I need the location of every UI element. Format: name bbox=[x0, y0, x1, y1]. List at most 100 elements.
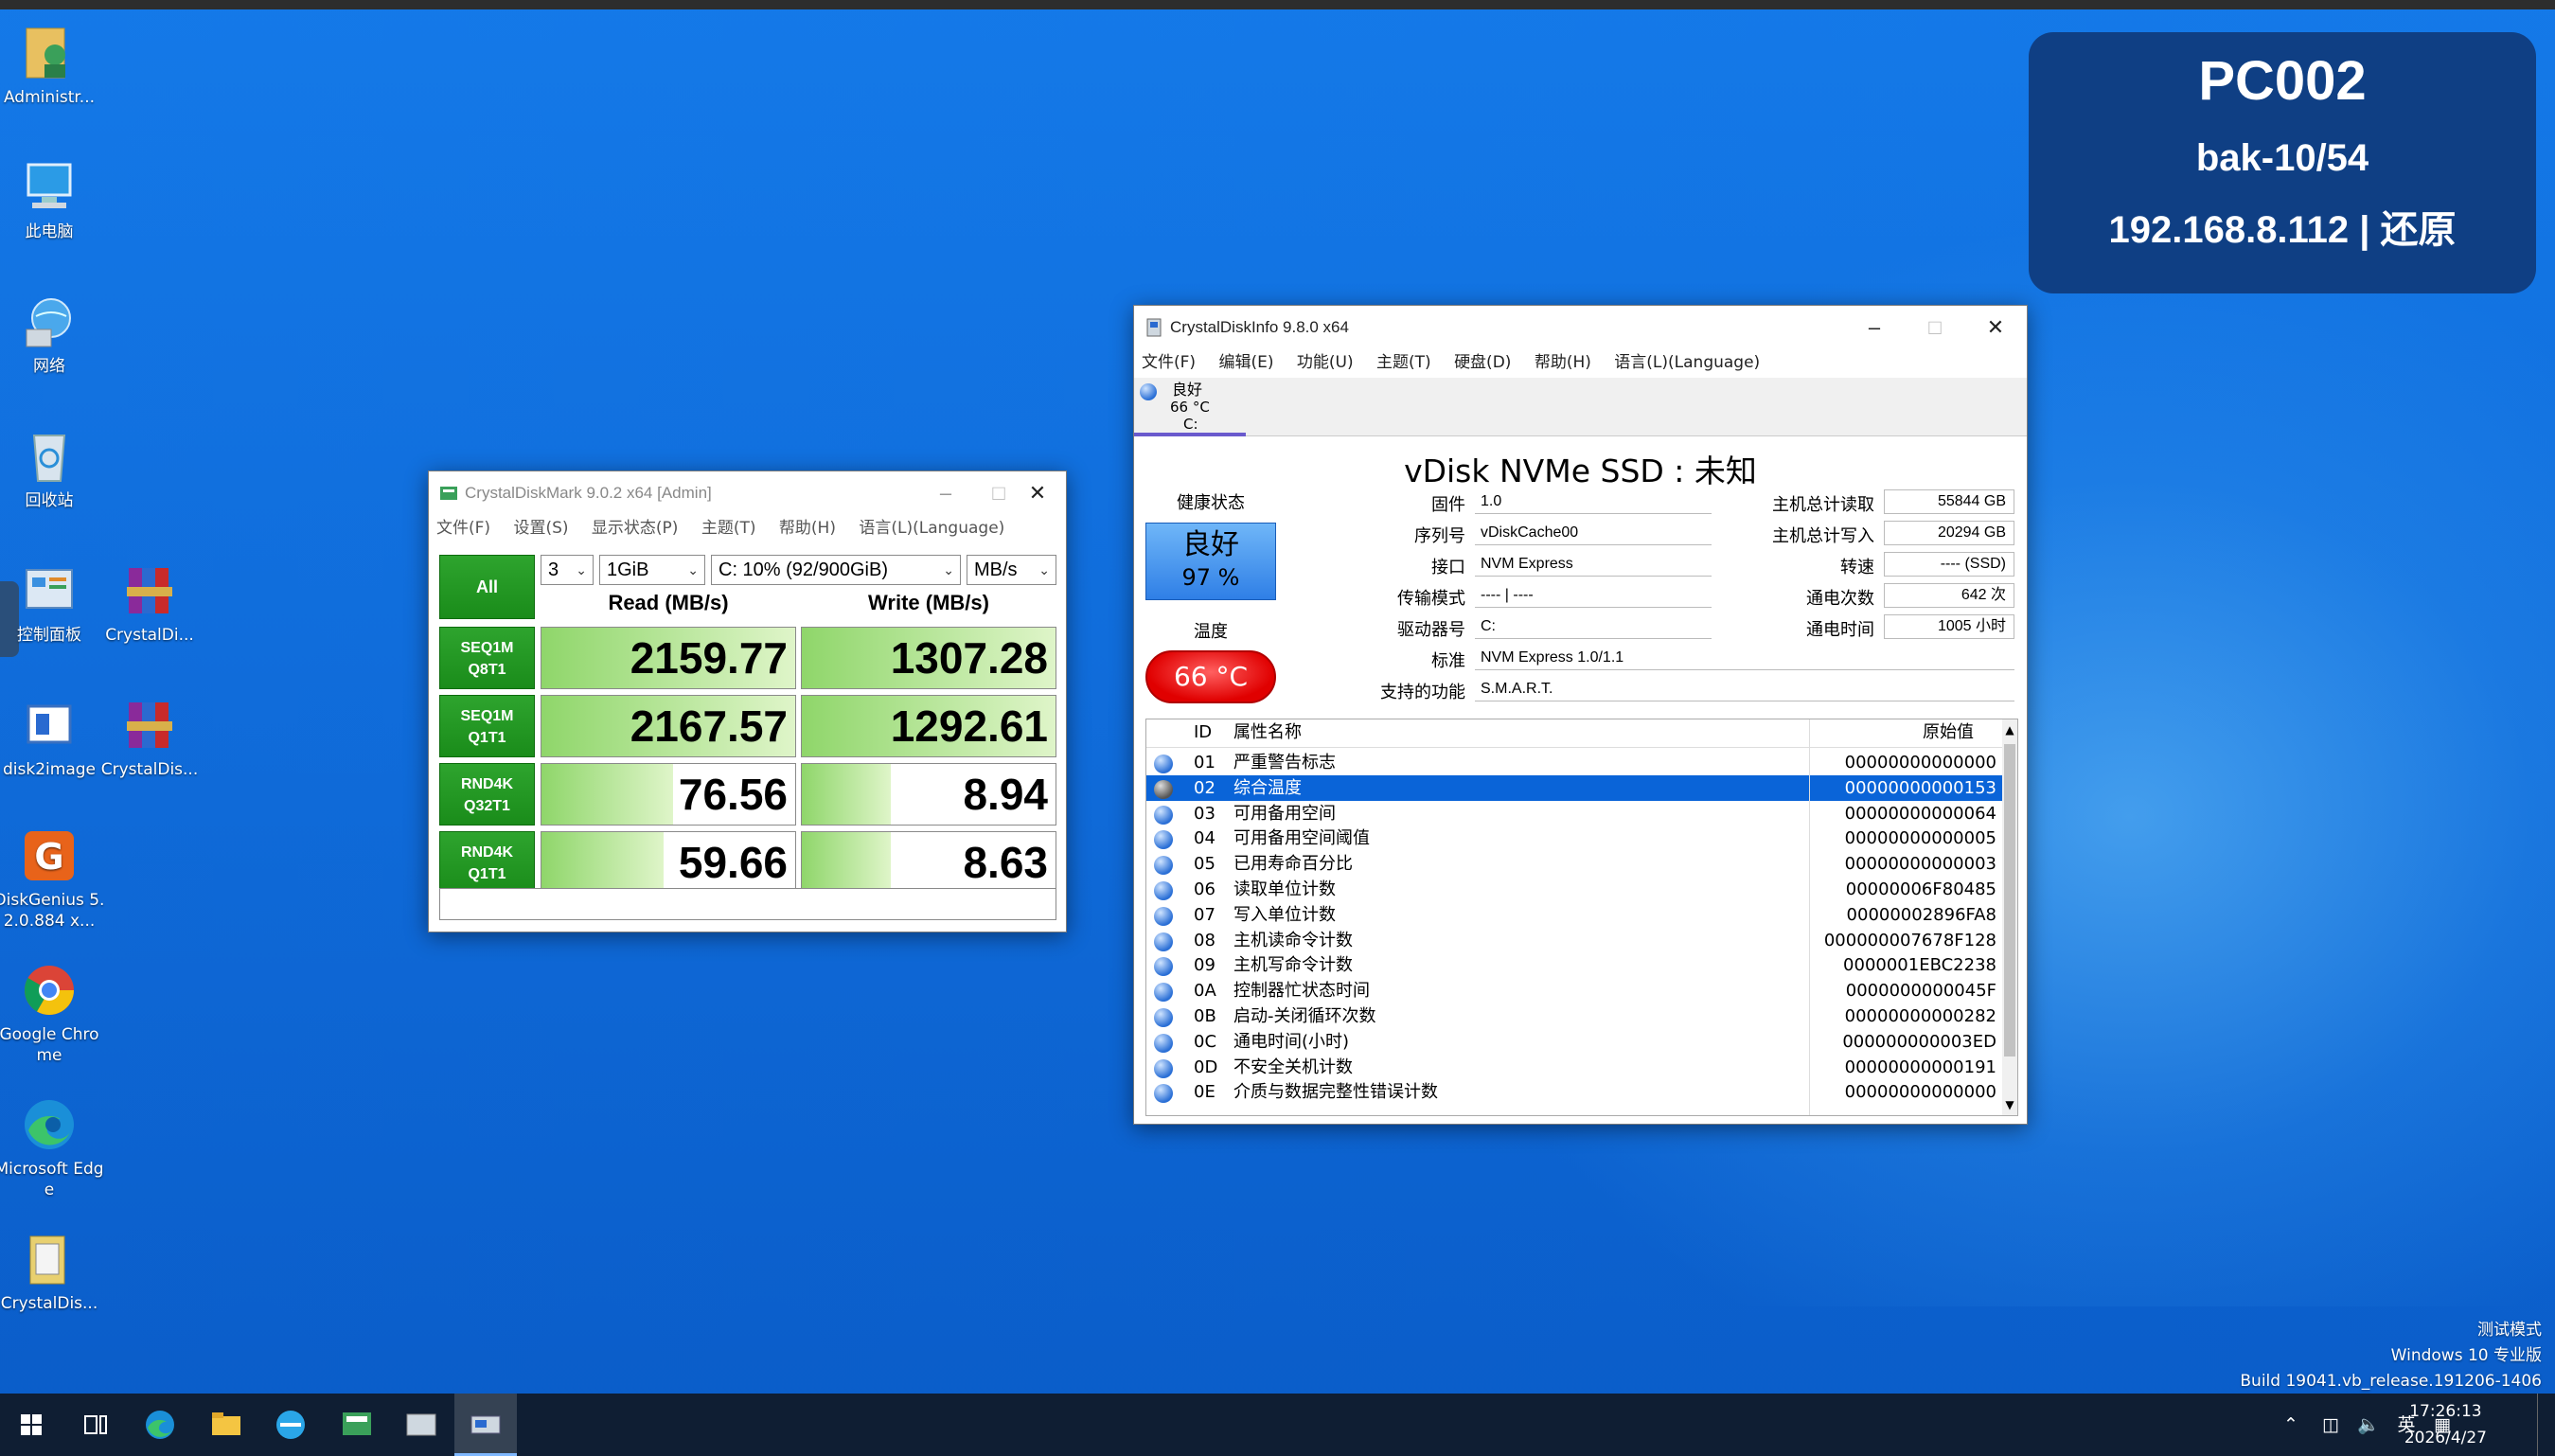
menu-help[interactable]: 帮助(H) bbox=[779, 515, 836, 542]
unit-select[interactable]: MB/s ⌄ bbox=[967, 555, 1056, 585]
right-field-label: 通电次数 bbox=[1806, 589, 1874, 609]
table-row[interactable]: 0C 通电时间(小时) 000000000003ED bbox=[1146, 1029, 2004, 1055]
cdi-titlebar[interactable]: CrystalDiskInfo 9.8.0 x64 – □ ✕ bbox=[1134, 306, 2027, 349]
menu-disk[interactable]: 硬盘(D) bbox=[1454, 349, 1511, 376]
menu-function[interactable]: 功能(U) bbox=[1297, 349, 1354, 376]
table-row[interactable]: 09 主机写命令计数 0000001EBC2238 bbox=[1146, 952, 2004, 978]
network-icon[interactable]: ◫ bbox=[2312, 1394, 2350, 1456]
scroll-thumb[interactable] bbox=[2004, 744, 2015, 1056]
health-status-text: 良好 bbox=[1182, 528, 1239, 561]
table-row[interactable]: 0D 不安全关机计数 00000000000191 bbox=[1146, 1055, 2004, 1080]
crystaldiskinfo-window[interactable]: CrystalDiskInfo 9.8.0 x64 – □ ✕ 文件(F) 编辑… bbox=[1133, 305, 2028, 1125]
all-button[interactable]: All bbox=[439, 555, 535, 619]
desktop-icon-diskgenius[interactable]: G DiskGenius 5.2.0.884 x... bbox=[0, 826, 106, 932]
taskbar-app-1[interactable] bbox=[259, 1394, 322, 1456]
col-name[interactable]: 属性名称 bbox=[1233, 719, 1302, 746]
attr-raw: 00000000000005 bbox=[1844, 828, 1996, 849]
task-view-icon bbox=[84, 1415, 107, 1434]
minimize-button[interactable]: – bbox=[1844, 306, 1905, 349]
menu-edit[interactable]: 编辑(E) bbox=[1218, 349, 1273, 376]
menu-file[interactable]: 文件(F) bbox=[1142, 349, 1196, 376]
menu-profile[interactable]: 显示状态(P) bbox=[592, 515, 679, 542]
system-clock[interactable]: 17:26:13 2026/4/27 bbox=[2404, 1398, 2487, 1451]
desktop-icon-crystaldisk-1[interactable]: CrystalDi... bbox=[93, 560, 206, 646]
temperature-badge: 66 °C bbox=[1145, 650, 1276, 703]
backup-label: bak-10/54 bbox=[2195, 137, 2369, 179]
table-row[interactable]: 02 综合温度 00000000000153 bbox=[1146, 774, 2004, 801]
show-desktop-button[interactable] bbox=[2537, 1394, 2545, 1456]
taskbar-app-3[interactable] bbox=[390, 1394, 452, 1456]
menu-theme[interactable]: 主题(T) bbox=[701, 515, 756, 542]
test-button-2[interactable]: RND4K Q32T1 bbox=[439, 763, 535, 826]
desktop-icon-admin[interactable]: Administr... bbox=[0, 23, 106, 108]
start-button[interactable] bbox=[0, 1394, 62, 1456]
test-button-3[interactable]: RND4K Q1T1 bbox=[439, 831, 535, 894]
taskbar-file-explorer[interactable] bbox=[195, 1394, 257, 1456]
read-bar bbox=[541, 832, 664, 893]
test-button-0[interactable]: SEQ1M Q8T1 bbox=[439, 627, 535, 689]
cdm-body: All 3 ⌄ 1GiB ⌄ C: 10% (92/900GiB) ⌄ MB/s ⌄ R… bbox=[429, 545, 1066, 932]
menu-settings[interactable]: 设置(S) bbox=[513, 515, 568, 542]
cdm-menubar: 文件(F) 设置(S) 显示状态(P) 主题(T) 帮助(H) 语言(L)(La… bbox=[429, 515, 1066, 542]
table-row[interactable]: 03 可用备用空间 00000000000064 bbox=[1146, 801, 2004, 826]
cdm-titlebar[interactable]: CrystalDiskMark 9.0.2 x64 [Admin] – □ ✕ bbox=[429, 471, 1066, 515]
table-row[interactable]: 04 可用备用空间阈值 00000000000005 bbox=[1146, 826, 2004, 851]
desktop-icon-crystaldisk-2[interactable]: CrystalDis... bbox=[93, 695, 206, 780]
test-queue: Q8T1 bbox=[468, 662, 506, 678]
col-raw[interactable]: 原始值 bbox=[1923, 719, 1974, 746]
attr-raw: 00000000000153 bbox=[1844, 777, 1996, 798]
menu-file[interactable]: 文件(F) bbox=[436, 515, 490, 542]
desktop-icon-crystaldisk-3[interactable]: CrystalDis... bbox=[0, 1229, 106, 1314]
table-row[interactable]: 01 严重警告标志 00000000000000 bbox=[1146, 750, 2004, 775]
menu-language[interactable]: 语言(L)(Language) bbox=[859, 515, 1004, 542]
volume-icon[interactable]: 🔈 bbox=[2350, 1394, 2387, 1456]
edge-icon bbox=[19, 1094, 80, 1155]
taskbar-crystaldiskinfo[interactable] bbox=[454, 1394, 517, 1456]
crystaldiskmark-window[interactable]: CrystalDiskMark 9.0.2 x64 [Admin] – □ ✕ … bbox=[428, 471, 1067, 932]
table-scrollbar[interactable]: ▲ ▼ bbox=[2002, 719, 2017, 1115]
show-hidden-icons[interactable]: ⌃ bbox=[2272, 1394, 2310, 1456]
attr-id: 04 bbox=[1194, 828, 1215, 849]
close-button[interactable]: ✕ bbox=[1007, 471, 1068, 515]
task-view-button[interactable] bbox=[64, 1394, 127, 1456]
desktop-icon-network[interactable]: 网络 bbox=[0, 292, 106, 377]
status-good-icon bbox=[1140, 383, 1157, 400]
menu-language[interactable]: 语言(L)(Language) bbox=[1614, 349, 1760, 376]
table-row[interactable]: 08 主机读命令计数 000000007678F128 bbox=[1146, 928, 2004, 953]
taskbar-edge[interactable] bbox=[129, 1394, 191, 1456]
table-row[interactable]: 0E 介质与数据完整性错误计数 00000000000000 bbox=[1146, 1079, 2004, 1105]
smart-attributes-table[interactable]: ID 属性名称 原始值 01 严重警告标志 00000000000000 02 … bbox=[1145, 719, 2018, 1116]
minimize-button[interactable]: – bbox=[915, 471, 976, 515]
desktop-icon-recycle-bin[interactable]: 回收站 bbox=[0, 426, 106, 511]
comment-input[interactable] bbox=[439, 888, 1056, 920]
right-field-label: 通电时间 bbox=[1806, 620, 1874, 640]
menu-help[interactable]: 帮助(H) bbox=[1535, 349, 1591, 376]
test-name: RND4K bbox=[460, 776, 514, 792]
health-status-badge[interactable]: 良好 97 % bbox=[1145, 523, 1276, 600]
status-good-icon bbox=[1154, 1008, 1173, 1027]
count-select[interactable]: 3 ⌄ bbox=[541, 555, 594, 585]
desktop-icon-edge[interactable]: Microsoft Edge bbox=[0, 1094, 106, 1200]
table-row[interactable]: 06 读取单位计数 00000006F80485 bbox=[1146, 877, 2004, 902]
desktop-icon-this-pc[interactable]: 此电脑 bbox=[0, 157, 106, 242]
desktop-icon-chrome[interactable]: Google Chrome bbox=[0, 960, 106, 1066]
table-row[interactable]: 0A 控制器忙状态时间 0000000000045F bbox=[1146, 978, 2004, 1003]
close-button[interactable]: ✕ bbox=[1965, 306, 2026, 349]
test-button-1[interactable]: SEQ1M Q1T1 bbox=[439, 695, 535, 757]
read-value: 59.66 bbox=[678, 838, 788, 887]
menu-theme[interactable]: 主题(T) bbox=[1376, 349, 1431, 376]
scroll-up-icon[interactable]: ▲ bbox=[2002, 719, 2017, 740]
col-id[interactable]: ID bbox=[1194, 719, 1212, 746]
table-row[interactable]: 05 已用寿命百分比 00000000000003 bbox=[1146, 851, 2004, 877]
desktop-icon-disk2image[interactable]: disk2image bbox=[0, 695, 106, 780]
desktop-icon-control-panel[interactable]: 控制面板 bbox=[0, 560, 106, 646]
size-select[interactable]: 1GiB ⌄ bbox=[599, 555, 705, 585]
attr-id: 01 bbox=[1194, 753, 1215, 772]
table-row[interactable]: 07 写入单位计数 00000002896FA8 bbox=[1146, 902, 2004, 928]
taskbar-crystaldiskmark[interactable] bbox=[326, 1394, 388, 1456]
maximize-button[interactable]: □ bbox=[1905, 306, 1965, 349]
scroll-down-icon[interactable]: ▼ bbox=[2002, 1094, 2017, 1115]
drive-select[interactable]: C: 10% (92/900GiB) ⌄ bbox=[711, 555, 961, 585]
table-row[interactable]: 0B 启动-关闭循环次数 00000000000282 bbox=[1146, 1003, 2004, 1029]
disk-tab-c[interactable]: 良好 66 °C C: bbox=[1134, 378, 1246, 436]
